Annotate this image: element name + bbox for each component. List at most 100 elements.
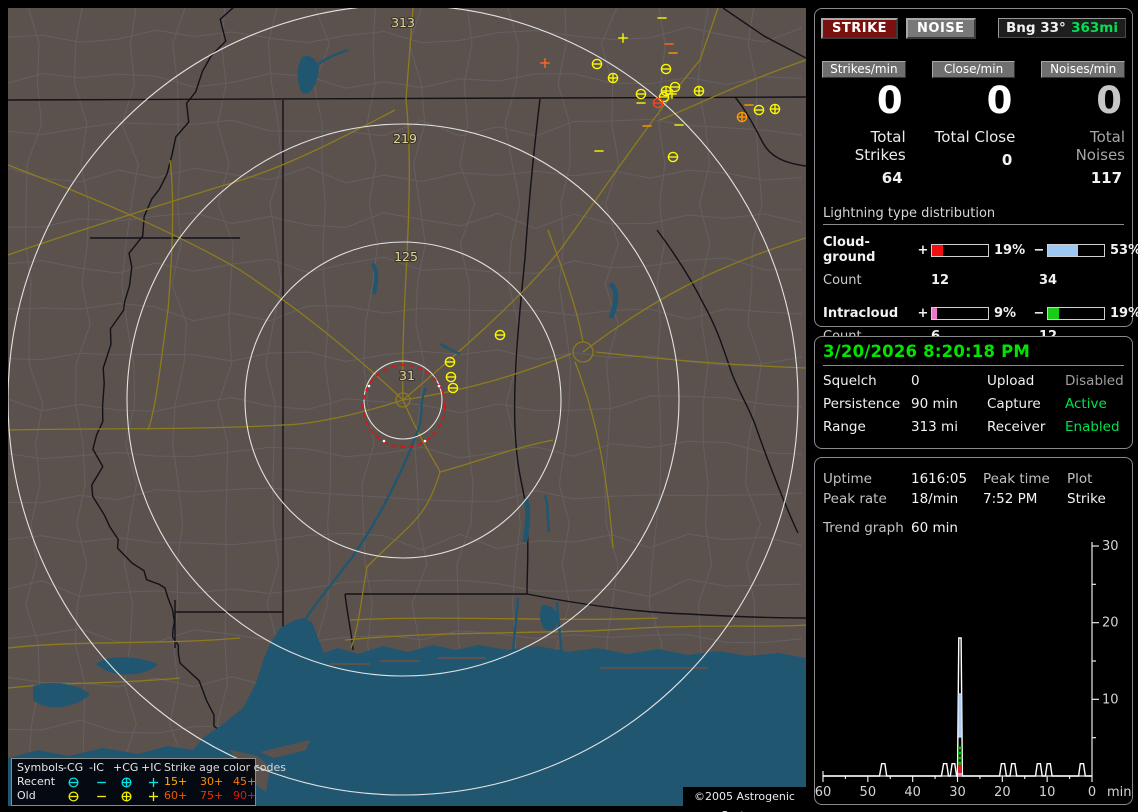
legend-header-cg: +CG [113, 761, 139, 774]
mode-toolbar: STRIKE NOISE Bng 33° 363mi [815, 9, 1132, 39]
peak-rate-row: Peak rate 18/min 7:52 PM Strike [823, 491, 1124, 507]
peak-rate-label: Peak rate [823, 491, 887, 507]
legend-age-30plus: 30+ [200, 775, 224, 788]
strike-stats-panel: STRIKE NOISE Bng 33° 363mi Strikes/min 0… [814, 8, 1138, 344]
upload-label: Upload [987, 373, 1035, 389]
cloud-ground-label: Cloud-ground [823, 235, 876, 265]
legend-header-cg: -CG [63, 761, 84, 774]
strikes-per-min-chip: Strikes/min [822, 61, 906, 78]
total-noises-value: 117 [1090, 169, 1123, 187]
persistence-value: 90 min [911, 396, 958, 412]
total-close-label: Total Close [934, 128, 1016, 146]
plot-type-value: Strike [1067, 491, 1106, 507]
svg-text:20: 20 [994, 785, 1011, 800]
plus-sign: + [917, 242, 929, 258]
status-panel: 3/20/2026 8:20:18 PM Squelch 0 Upload Di… [814, 336, 1133, 449]
legend-header-row: Symbols -CG -IC +CG +IC Strike age color code… [12, 761, 286, 775]
bearing-display: Bng 33° 363mi [998, 18, 1126, 38]
close-per-min-chip: Close/min [931, 61, 1016, 78]
svg-text:40: 40 [904, 785, 921, 800]
clock-display: 3/20/2026 8:20:18 PM [823, 342, 1124, 366]
minus-sign: − [1033, 306, 1045, 321]
minus-sign: − [1033, 242, 1045, 258]
strike-symbol-cp [121, 777, 132, 788]
legend-age-45plus: 45+ [233, 775, 257, 788]
capture-label: Capture [987, 396, 1041, 412]
noises-per-min-chip: Noises/min [1041, 61, 1126, 78]
cg-plus-percent: 19% [994, 242, 1026, 258]
plot-label: Plot [1067, 471, 1093, 487]
trend-graph: 60 50 40 30 20 10 0 min 10 20 30 [815, 539, 1132, 800]
noises-column: Noises/min 0 Total Noises 117 [1041, 61, 1126, 187]
legend-age-header: Strike age color codes [164, 761, 286, 774]
uptime-label: Uptime [823, 471, 872, 487]
total-strikes-label: Total Strikes [854, 128, 906, 164]
cloud-ground-row: Cloud-ground + 19% − 53% [823, 235, 1138, 265]
legend-age-60plus: 60+ [164, 789, 188, 802]
trend-graph-label: Trend graph [823, 520, 904, 536]
legend-age-75plus: 75+ [200, 789, 224, 802]
cg-plus-count: 12 [931, 273, 950, 288]
status-row: Persistence 90 min Capture Active [823, 396, 1124, 412]
legend-row-old: Old 60+ 75+ 90+ [12, 789, 256, 803]
strikes-column: Strikes/min 0 Total Strikes 64 [822, 61, 906, 187]
legend-header-ic: -IC [89, 761, 104, 774]
squelch-label: Squelch [823, 373, 877, 389]
strike-symbol-cm [68, 791, 79, 802]
lightning-type-distribution: Lightning type distribution Cloud-ground… [823, 206, 1138, 344]
strike-symbol-cp [769, 103, 781, 115]
svg-text:0: 0 [1088, 785, 1096, 800]
receiver-status: Enabled [1065, 419, 1120, 435]
trend-graph-window: 60 min [911, 520, 958, 536]
trend-panel: Uptime 1616:05 Peak time Plot Peak rate … [814, 457, 1133, 805]
cg-plus-bar [931, 243, 989, 257]
ic-minus-bar [1047, 307, 1105, 320]
peak-time-label: Peak time [983, 471, 1050, 487]
peak-rate-value: 18/min [911, 491, 959, 507]
capture-status: Active [1065, 396, 1107, 412]
legend-header-symbols: Symbols [17, 761, 64, 774]
status-row: Range 313 mi Receiver Enabled [823, 419, 1124, 435]
svg-text:10: 10 [1102, 692, 1119, 707]
cg-minus-bar [1047, 243, 1105, 257]
cloud-ground-count-row: Count 12 34 [823, 273, 1124, 288]
intracloud-label: Intracloud [823, 306, 899, 321]
close-column: Close/min 0 Total Close 0 [931, 61, 1016, 187]
trend-graph-row: Trend graph 60 min [823, 520, 1124, 536]
ic-minus-percent: 19% [1110, 306, 1138, 321]
legend-label-old: Old [17, 789, 36, 802]
app-window: 313 219 125 31 Symbols -CG -IC +CG +IC Strike ag… [0, 0, 1138, 812]
total-close-value: 0 [1001, 151, 1013, 169]
intracloud-row: Intracloud + 9% − 19% [823, 306, 1138, 321]
svg-text:50: 50 [860, 785, 877, 800]
strike-symbol-cm [68, 777, 79, 788]
persistence-label: Persistence [823, 396, 901, 412]
strike-symbol-cp [693, 85, 705, 97]
svg-text:10: 10 [1039, 785, 1056, 800]
legend-label-recent: Recent [17, 775, 56, 788]
strike-symbol-cp [607, 72, 619, 84]
strike-mode-button[interactable]: STRIKE [821, 17, 899, 39]
close-per-min-value: 0 [986, 79, 1013, 122]
receiver-label: Receiver [987, 419, 1046, 435]
legend-age-15plus: 15+ [164, 775, 188, 788]
ring-label-125: 125 [394, 249, 418, 264]
noise-mode-button[interactable]: NOISE [906, 17, 976, 39]
svg-text:30: 30 [1102, 539, 1119, 554]
ic-plus-percent: 9% [994, 306, 1017, 321]
strike-symbol-cp [736, 111, 748, 123]
squelch-value: 0 [911, 373, 920, 389]
series-total-strike-rate [823, 637, 1092, 777]
chart-tick-labels: 60 50 40 30 20 10 0 min 10 20 30 [815, 539, 1132, 800]
noises-per-min-value: 0 [1096, 79, 1123, 122]
strikes-per-min-value: 0 [876, 79, 903, 122]
strike-symbol-p [148, 791, 159, 802]
map-canvas[interactable]: 313 219 125 31 [8, 8, 806, 806]
upload-status: Disabled [1065, 373, 1124, 389]
svg-text:min: min [1107, 785, 1132, 800]
range-value: 313 mi [911, 419, 958, 435]
strike-symbol-cp [121, 791, 132, 802]
uptime-value: 1616:05 [911, 471, 968, 487]
count-label: Count [823, 273, 862, 288]
legend-header-ic: +IC [141, 761, 162, 774]
